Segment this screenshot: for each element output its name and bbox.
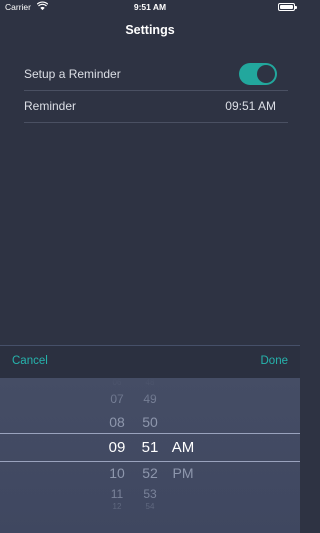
status-time: 9:51 AM (133, 2, 167, 12)
minute-option[interactable]: 53 (130, 487, 170, 501)
setup-reminder-label: Setup a Reminder (24, 67, 121, 81)
minute-option[interactable]: 50 (130, 414, 170, 430)
picker-selection-top-line (0, 433, 300, 434)
battery-icon (278, 3, 297, 11)
status-bar: Carrier 9:51 AM (0, 0, 300, 14)
reminder-label: Reminder (24, 99, 77, 113)
picker-selection-bottom-line (0, 461, 300, 462)
time-picker[interactable]: 06 07 08 09 10 11 12 48 49 50 51 52 53 5… (0, 378, 300, 533)
reminder-toggle[interactable] (239, 63, 277, 85)
ampm-option[interactable]: PM (163, 465, 203, 481)
picker-fade-top (0, 378, 300, 403)
divider (24, 122, 288, 123)
picker-toolbar: Cancel Done (0, 345, 300, 379)
done-button[interactable]: Done (261, 355, 289, 367)
reminder-time-value: 09:51 AM (225, 99, 276, 113)
picker-fade-bottom (0, 508, 300, 533)
toggle-knob (257, 65, 275, 83)
ampm-option-selected[interactable]: AM (163, 439, 203, 456)
page-title: Settings (125, 23, 175, 37)
setting-row-reminder-time[interactable]: Reminder 09:51 AM (24, 90, 288, 122)
cancel-button[interactable]: Cancel (12, 355, 48, 367)
